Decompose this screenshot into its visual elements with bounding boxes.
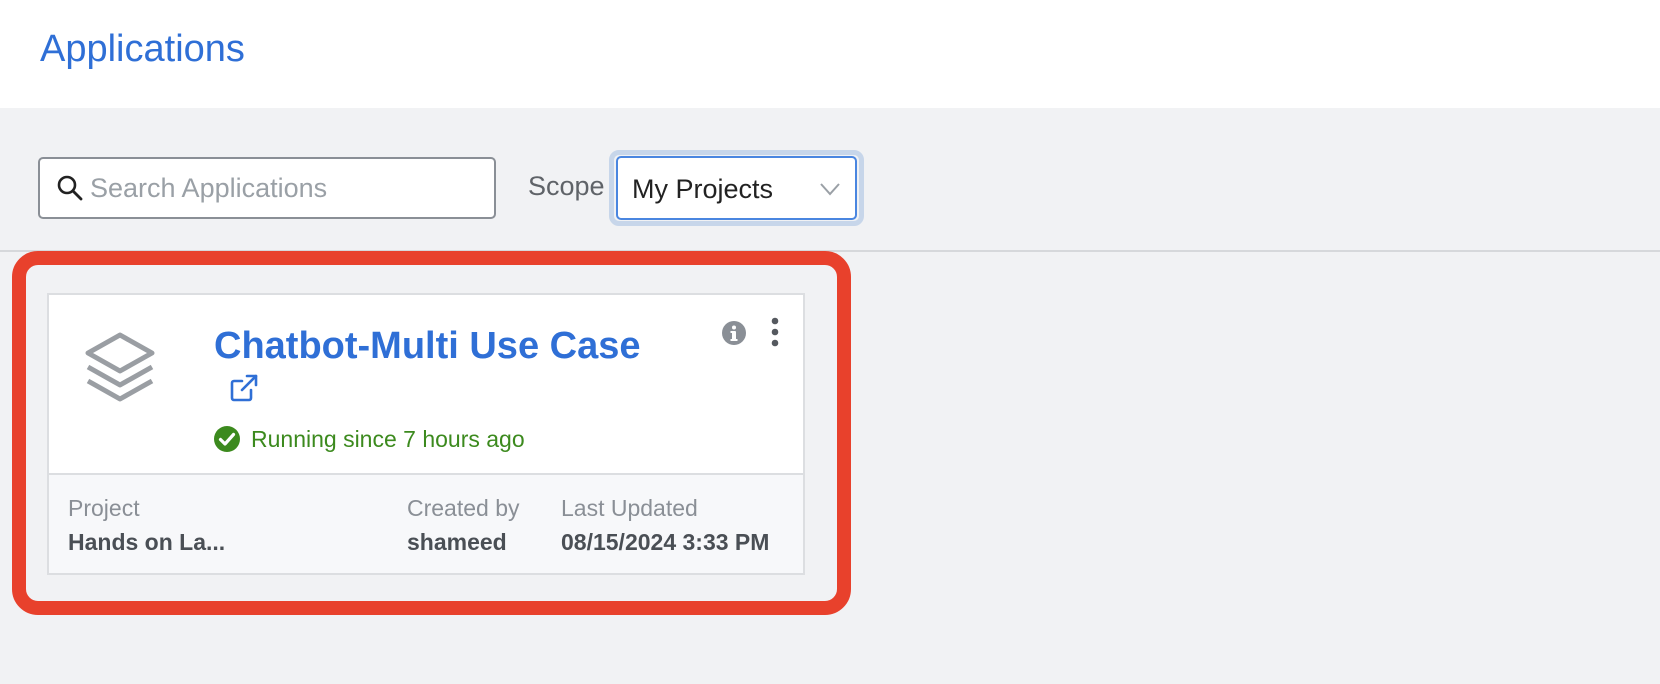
project-value: Hands on La... — [68, 529, 226, 555]
search-box[interactable] — [38, 157, 496, 219]
layers-icon — [85, 332, 155, 402]
card-header: Chatbot-Multi Use Case Running since 7 h… — [49, 295, 803, 473]
created-by-label: Created by — [407, 495, 520, 521]
search-input[interactable] — [90, 159, 490, 217]
external-link-icon[interactable] — [229, 373, 259, 403]
application-card[interactable]: Chatbot-Multi Use Case Running since 7 h… — [47, 293, 805, 575]
check-circle-icon — [214, 426, 240, 452]
created-by-value: shameed — [407, 529, 507, 555]
scope-label: Scope — [528, 171, 605, 201]
status-indicator: Running since 7 hours ago — [213, 425, 525, 453]
info-icon[interactable] — [721, 320, 747, 346]
application-title-link[interactable]: Chatbot-Multi Use Case — [214, 325, 640, 368]
page-title: Applications — [40, 28, 245, 70]
status-text: Running since 7 hours ago — [251, 425, 525, 452]
card-footer: Project Hands on La... Created by shamee… — [49, 473, 803, 573]
more-vertical-icon[interactable] — [770, 317, 780, 347]
scope-selected-value: My Projects — [632, 174, 774, 204]
scope-select[interactable]: My Projects — [616, 156, 857, 220]
last-updated-label: Last Updated — [561, 495, 698, 521]
page-header: Applications — [0, 0, 1660, 108]
project-label: Project — [68, 495, 140, 521]
last-updated-value: 08/15/2024 3:33 PM — [561, 529, 770, 555]
search-icon — [57, 175, 83, 201]
chevron-down-icon — [820, 183, 840, 196]
